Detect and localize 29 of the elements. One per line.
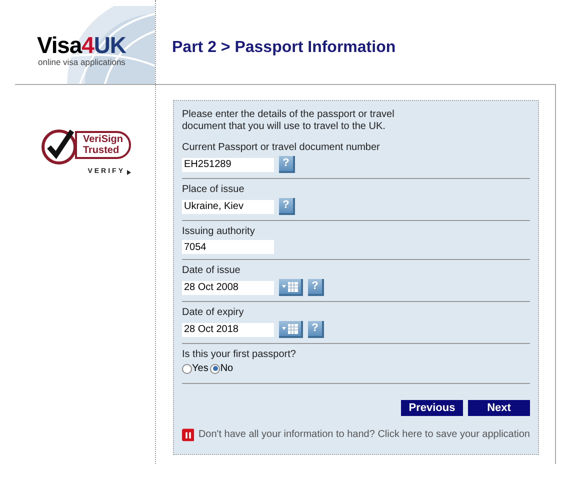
text-field[interactable]: EH251289: [182, 158, 274, 172]
nav-button[interactable]: Previous: [401, 400, 463, 416]
nav-button[interactable]: Next: [468, 400, 530, 416]
text-field[interactable]: Ukraine, Kiev: [182, 200, 274, 214]
intro-text: Please enter the details of the passport or travel document that you will use to travel to the UK.: [182, 109, 396, 133]
pause-icon: [182, 427, 194, 442]
field-label: Issuing authority: [182, 225, 256, 238]
field-label: Is this your first passport?: [182, 348, 297, 361]
radio-label: Yes: [192, 362, 208, 375]
field-label: Place of issue: [182, 183, 246, 196]
field-label: Date of issue: [182, 264, 242, 277]
save-application-link[interactable]: Don't have all your information to hand? Click here to save your application: [198, 427, 530, 442]
radio-button[interactable]: [182, 364, 192, 374]
logo-tagline: online visa applications: [38, 57, 126, 67]
logo: Visa4UK: [37, 33, 126, 57]
field-label: Current Passport or travel document number: [182, 141, 381, 154]
calendar-icon: [282, 324, 298, 334]
calendar-button[interactable]: [279, 321, 303, 338]
radio-button[interactable]: [210, 364, 220, 374]
text-field[interactable]: 7054: [182, 240, 274, 254]
calendar-button[interactable]: [279, 279, 303, 296]
play-icon: [127, 170, 131, 175]
trust-badge: VeriSign Trusted: [74, 131, 131, 159]
text-field[interactable]: 28 Oct 2008: [182, 280, 274, 294]
field-label: Date of expiry: [182, 306, 245, 319]
text-field[interactable]: 28 Oct 2018: [182, 322, 274, 336]
page-title: Part 2 > Passport Information: [172, 38, 397, 58]
radio-label: No: [220, 362, 234, 375]
calendar-icon: [282, 282, 298, 292]
